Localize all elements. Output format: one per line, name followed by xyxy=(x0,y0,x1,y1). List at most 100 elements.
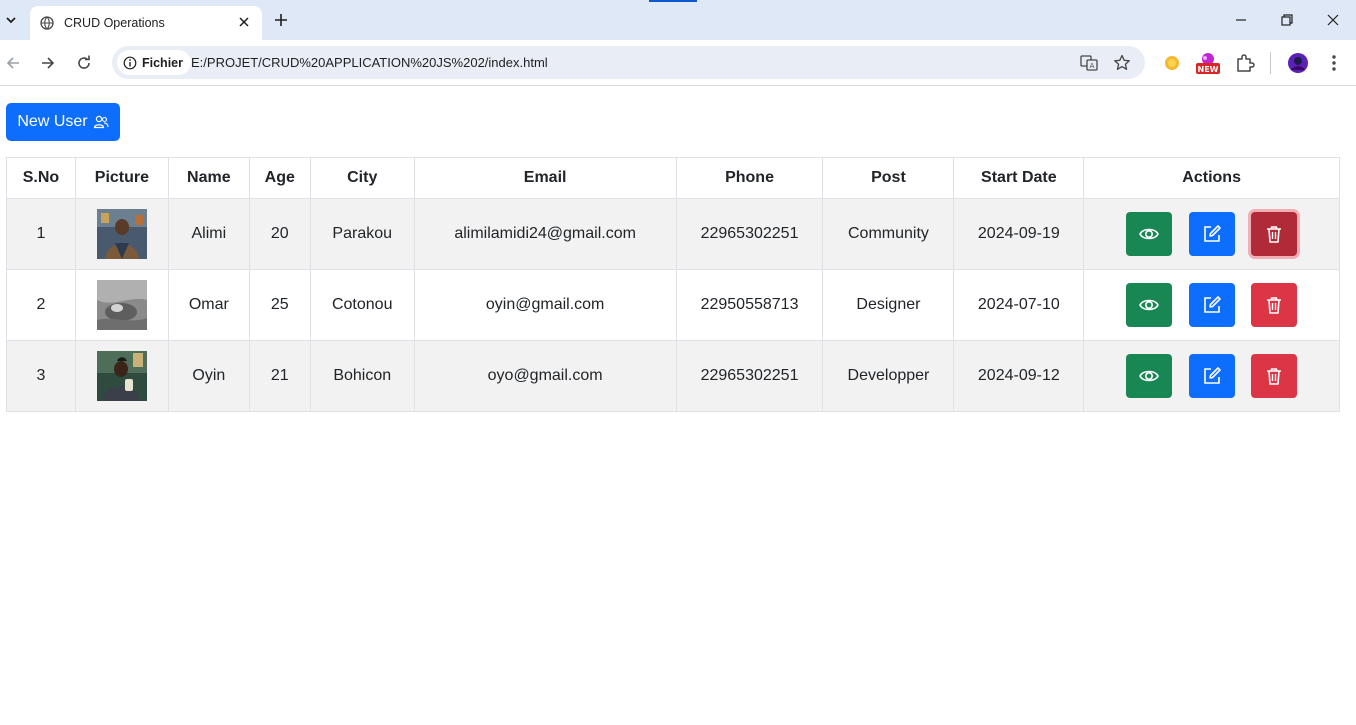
site-info-chip[interactable]: Fichier xyxy=(117,50,191,75)
col-start-date: Start Date xyxy=(953,157,1085,199)
col-name: Name xyxy=(167,157,250,199)
page-content: New User S.No Picture Name Age City Emai… xyxy=(0,87,1356,725)
menu-icon[interactable] xyxy=(1323,52,1345,74)
cell-post: Developper xyxy=(822,340,955,412)
top-indicator xyxy=(649,0,697,2)
user-picture xyxy=(96,351,147,401)
eye-icon xyxy=(1139,299,1160,311)
table-row: 1 Alimi 20 Parakou alimilamidi24@gmail.c… xyxy=(6,198,1340,270)
edit-button[interactable] xyxy=(1188,354,1235,398)
cell-email: oyo@gmail.com xyxy=(413,340,677,412)
info-icon xyxy=(123,56,137,69)
tab-strip: CRUD Operations xyxy=(0,0,1356,40)
toolbar-divider xyxy=(1270,52,1271,74)
new-extension-icon[interactable]: NEW xyxy=(1195,50,1221,76)
cell-email: alimilamidi24@gmail.com xyxy=(413,198,677,270)
cell-sno: 1 xyxy=(6,198,76,270)
restore-icon[interactable] xyxy=(1277,10,1297,30)
user-picture xyxy=(96,280,147,330)
cell-phone: 22965302251 xyxy=(675,340,824,412)
trash-icon xyxy=(1267,368,1282,385)
cell-sno: 2 xyxy=(6,269,76,341)
cell-actions xyxy=(1083,269,1340,341)
table-header-row: S.No Picture Name Age City Email Phone P… xyxy=(6,157,1340,199)
active-tab[interactable]: CRUD Operations xyxy=(30,6,262,40)
view-button[interactable] xyxy=(1126,212,1173,256)
tab-search-icon[interactable] xyxy=(2,10,20,30)
col-post: Post xyxy=(822,157,955,199)
back-icon[interactable] xyxy=(3,53,23,73)
delete-button[interactable] xyxy=(1251,212,1298,256)
cell-start-date: 2024-07-10 xyxy=(953,269,1085,341)
new-badge-text: NEW xyxy=(1198,65,1219,74)
cell-city: Cotonou xyxy=(309,269,415,341)
eye-icon xyxy=(1139,370,1160,382)
trash-icon xyxy=(1267,297,1282,314)
edit-icon xyxy=(1203,367,1221,384)
new-user-button[interactable]: New User xyxy=(6,103,120,141)
col-age: Age xyxy=(248,157,311,199)
cell-start-date: 2024-09-19 xyxy=(953,198,1085,270)
users-table: S.No Picture Name Age City Email Phone P… xyxy=(6,157,1340,412)
cell-start-date: 2024-09-12 xyxy=(953,340,1085,412)
cell-city: Bohicon xyxy=(309,340,415,412)
col-picture: Picture xyxy=(74,157,169,199)
new-user-label: New User xyxy=(17,113,88,130)
delete-button[interactable] xyxy=(1251,283,1298,327)
forward-icon[interactable] xyxy=(38,53,58,73)
cell-picture xyxy=(74,340,169,412)
cell-name: Omar xyxy=(167,269,250,341)
svg-text:A: A xyxy=(1090,62,1095,70)
cell-picture xyxy=(74,269,169,341)
user-picture xyxy=(96,209,147,259)
cell-phone: 22965302251 xyxy=(675,198,824,270)
cell-actions xyxy=(1083,340,1340,412)
cell-post: Designer xyxy=(822,269,955,341)
plus-icon[interactable] xyxy=(272,11,290,29)
security-chip-label: Fichier xyxy=(142,55,183,70)
edit-button[interactable] xyxy=(1188,283,1235,327)
delete-button[interactable] xyxy=(1251,354,1298,398)
cell-actions xyxy=(1083,198,1340,270)
cell-name: Alimi xyxy=(167,198,250,270)
close-window-icon[interactable] xyxy=(1323,10,1343,30)
view-button[interactable] xyxy=(1126,354,1173,398)
translate-icon[interactable]: A xyxy=(1079,53,1099,73)
cell-sno: 3 xyxy=(6,340,76,412)
edit-icon xyxy=(1203,225,1221,242)
address-bar[interactable]: Fichier E:/PROJET/CRUD%20APPLICATION%20J… xyxy=(112,46,1145,79)
view-button[interactable] xyxy=(1126,283,1173,327)
cell-phone: 22950558713 xyxy=(675,269,824,341)
globe-icon xyxy=(40,16,54,30)
col-email: Email xyxy=(413,157,677,199)
cell-picture xyxy=(74,198,169,270)
cell-city: Parakou xyxy=(309,198,415,270)
close-icon[interactable] xyxy=(236,14,252,30)
col-actions: Actions xyxy=(1083,157,1340,199)
minimize-icon[interactable] xyxy=(1231,10,1251,30)
sun-extension-icon[interactable] xyxy=(1161,52,1183,74)
trash-icon xyxy=(1267,226,1282,243)
cell-age: 25 xyxy=(248,269,311,341)
table-row: 3 Oyin 21 Bohicon oyo@gmail.com 22965302… xyxy=(6,340,1340,412)
edit-icon xyxy=(1203,296,1221,313)
col-sno: S.No xyxy=(6,157,76,199)
edit-button[interactable] xyxy=(1188,212,1235,256)
extensions-icon[interactable] xyxy=(1234,52,1256,74)
url-text[interactable]: E:/PROJET/CRUD%20APPLICATION%20JS%202/in… xyxy=(191,55,548,70)
eye-icon xyxy=(1139,228,1160,240)
cell-age: 20 xyxy=(248,198,311,270)
users-icon xyxy=(93,115,109,129)
cell-age: 21 xyxy=(248,340,311,412)
browser-toolbar: Fichier E:/PROJET/CRUD%20APPLICATION%20J… xyxy=(0,40,1356,86)
col-city: City xyxy=(309,157,415,199)
cell-post: Community xyxy=(822,198,955,270)
profile-avatar[interactable] xyxy=(1287,52,1309,74)
tab-title: CRUD Operations xyxy=(64,16,165,30)
reload-icon[interactable] xyxy=(74,53,94,73)
cell-email: oyin@gmail.com xyxy=(413,269,677,341)
cell-name: Oyin xyxy=(167,340,250,412)
col-phone: Phone xyxy=(675,157,824,199)
table-row: 2 Omar 25 Cotonou oyin@gmail.com 2295055… xyxy=(6,269,1340,341)
star-icon[interactable] xyxy=(1112,53,1132,73)
